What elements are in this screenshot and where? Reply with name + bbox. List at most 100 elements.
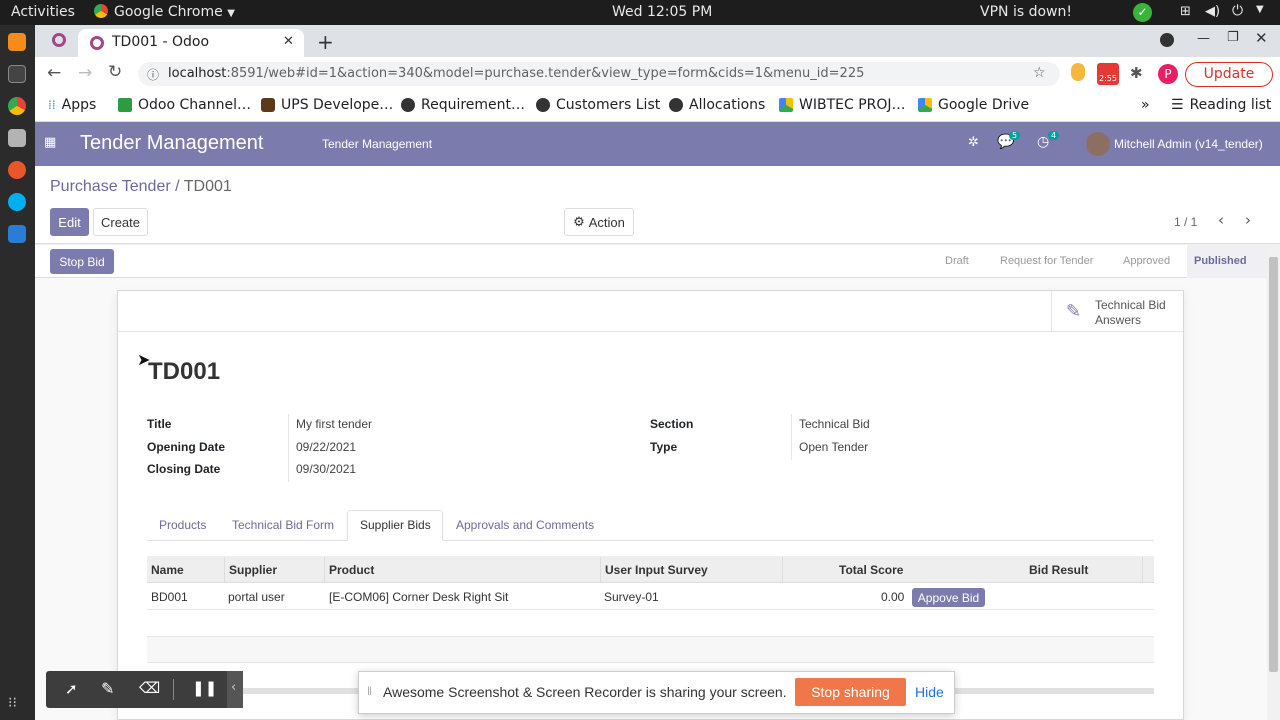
- update-button[interactable]: Update: [1185, 62, 1273, 87]
- page-scrollbar[interactable]: [1267, 245, 1280, 720]
- bookmark-customers-list[interactable]: Customers List: [536, 97, 660, 113]
- skype-icon[interactable]: [8, 193, 26, 211]
- pause-icon[interactable]: ❚❚: [192, 679, 217, 697]
- stop-sharing-button[interactable]: Stop sharing: [795, 678, 906, 706]
- column-header-product[interactable]: Product: [329, 563, 374, 577]
- bookmark-label: Customers List: [556, 97, 661, 113]
- bookmark-star-icon[interactable]: ☆: [1033, 65, 1046, 81]
- divider: [173, 679, 174, 700]
- reading-list[interactable]: ☰ Reading list: [1171, 97, 1271, 113]
- field-label-closing-date: Closing Date: [147, 462, 221, 476]
- tab-technical-bid-form[interactable]: Technical Bid Form: [232, 518, 334, 532]
- bookmark-label: Google Drive: [938, 97, 1030, 113]
- column-header-supplier[interactable]: Supplier: [229, 563, 277, 577]
- globe-icon: [401, 98, 415, 112]
- bookmark-apps[interactable]: ⁞⁞ Apps: [48, 97, 96, 113]
- profile-avatar[interactable]: P: [1158, 64, 1178, 84]
- tab-supplier-bids[interactable]: Supplier Bids: [360, 518, 431, 532]
- cell-supplier: portal user: [228, 590, 285, 604]
- tab-products[interactable]: Products: [159, 518, 206, 532]
- close-tab-icon[interactable]: ✕: [283, 34, 294, 49]
- scrollbar-thumb[interactable]: [1269, 257, 1278, 672]
- create-button[interactable]: Create: [93, 208, 148, 236]
- volume-icon[interactable]: ◀): [1205, 4, 1220, 19]
- sublime-icon[interactable]: [8, 33, 26, 51]
- network-icon[interactable]: ⊞: [1180, 4, 1191, 19]
- avatar[interactable]: [1086, 132, 1110, 156]
- column-header-name[interactable]: Name: [151, 563, 184, 577]
- files-icon[interactable]: [8, 129, 26, 147]
- bookmark-allocations[interactable]: Allocations: [669, 97, 765, 113]
- power-icon[interactable]: ⏻: [1232, 3, 1243, 19]
- puzzle-icon[interactable]: ✱: [1130, 64, 1143, 82]
- bookmark-label: Requirement…: [421, 97, 526, 113]
- pager-next-icon[interactable]: ›: [1245, 211, 1251, 229]
- action-menu[interactable]: ⚙ Action: [564, 208, 634, 236]
- app-menu-label: Google Chrome: [114, 4, 223, 20]
- tab-approvals-and-comments[interactable]: Approvals and Comments: [456, 518, 594, 532]
- show-apps-icon[interactable]: ⁝⁝: [8, 695, 26, 713]
- thunderbird-icon[interactable]: [8, 225, 26, 243]
- check-icon[interactable]: ✓: [1133, 3, 1152, 22]
- gear-icon: ⚙: [573, 214, 585, 229]
- close-window-icon[interactable]: ✕: [1255, 29, 1268, 47]
- technical-bid-answers-button[interactable]: ✎ Technical Bid Answers: [1051, 291, 1184, 331]
- column-header-total-score[interactable]: Total Score: [839, 563, 903, 577]
- approve-bid-button[interactable]: Appove Bid: [912, 588, 985, 607]
- chrome-icon[interactable]: [8, 97, 26, 115]
- divider: [288, 414, 289, 482]
- cell-survey: Survey-01: [604, 590, 659, 604]
- restore-icon[interactable]: ❐: [1227, 30, 1239, 45]
- edit-button[interactable]: Edit: [50, 208, 89, 236]
- bookmark-ups[interactable]: UPS Develope…: [261, 97, 393, 113]
- chevron-down-icon[interactable]: ▼: [1256, 4, 1264, 15]
- back-icon[interactable]: ←: [47, 63, 61, 83]
- stage-published[interactable]: Published: [1194, 255, 1247, 267]
- breadcrumb-parent[interactable]: Purchase Tender: [50, 178, 171, 195]
- pointer-icon[interactable]: ➚: [65, 680, 78, 698]
- forward-icon[interactable]: →: [78, 63, 92, 83]
- eraser-icon[interactable]: ⌫: [139, 679, 160, 697]
- app-menu[interactable]: Google Chrome ▼: [94, 4, 235, 20]
- pen-icon[interactable]: ✎: [101, 679, 114, 698]
- messages-count-badge: 5: [1009, 131, 1021, 140]
- drag-handle-icon[interactable]: ‖: [367, 684, 372, 698]
- odoo-pinned-tab-icon[interactable]: [52, 33, 66, 47]
- more-bookmarks-icon[interactable]: »: [1141, 97, 1150, 113]
- firefox-icon[interactable]: [8, 161, 26, 179]
- bookmark-odoo-channel[interactable]: Odoo Channel…: [118, 97, 251, 113]
- column-header-user-input-survey[interactable]: User Input Survey: [605, 563, 708, 577]
- bug-icon[interactable]: ✲: [968, 135, 979, 150]
- divider: [791, 414, 792, 460]
- stage-draft[interactable]: Draft: [945, 255, 969, 267]
- address-bar[interactable]: ⓘ localhost:8591/web#id=1&action=340&mod…: [138, 62, 1060, 86]
- menu-tender-management[interactable]: Tender Management: [322, 137, 432, 151]
- bookmark-wibtec[interactable]: WIBTEC PROJ…: [779, 97, 906, 113]
- column-header-bid-result[interactable]: Bid Result: [1029, 563, 1088, 577]
- reload-icon[interactable]: ↻: [108, 62, 122, 82]
- pager-prev-icon[interactable]: ‹: [1218, 211, 1224, 229]
- user-menu[interactable]: Mitchell Admin (v14_tender): [1114, 137, 1263, 151]
- smart-button-line2: Answers: [1095, 313, 1142, 327]
- new-tab-icon[interactable]: +: [317, 30, 334, 54]
- pager-value[interactable]: 1 / 1: [1174, 215, 1197, 229]
- tab-search-icon[interactable]: [1160, 33, 1174, 47]
- stop-bid-button[interactable]: Stop Bid: [50, 249, 114, 274]
- bookmark-google-drive[interactable]: Google Drive: [918, 97, 1029, 113]
- hide-button[interactable]: Hide: [915, 684, 944, 700]
- activities-button[interactable]: Activities: [11, 4, 75, 20]
- extension-icon[interactable]: [1071, 63, 1085, 81]
- bookmark-requirement[interactable]: Requirement…: [401, 97, 525, 113]
- info-icon[interactable]: ⓘ: [147, 66, 159, 83]
- terminal-icon[interactable]: [8, 65, 26, 83]
- bookmark-label: Apps: [61, 97, 97, 113]
- stage-approved[interactable]: Approved: [1123, 255, 1170, 267]
- clock[interactable]: Wed 12:05 PM: [612, 4, 712, 20]
- collapse-toolbar[interactable]: ‹: [227, 671, 243, 708]
- app-title[interactable]: Tender Management: [80, 132, 263, 155]
- active-tab[interactable]: TD001 - Odoo ✕: [78, 29, 304, 57]
- app-grid-icon[interactable]: ▦: [44, 135, 56, 150]
- timer-extension-badge[interactable]: 2:55: [1097, 63, 1119, 85]
- stage-request-for-tender[interactable]: Request for Tender: [1000, 255, 1093, 267]
- minimize-icon[interactable]: —: [1197, 31, 1210, 46]
